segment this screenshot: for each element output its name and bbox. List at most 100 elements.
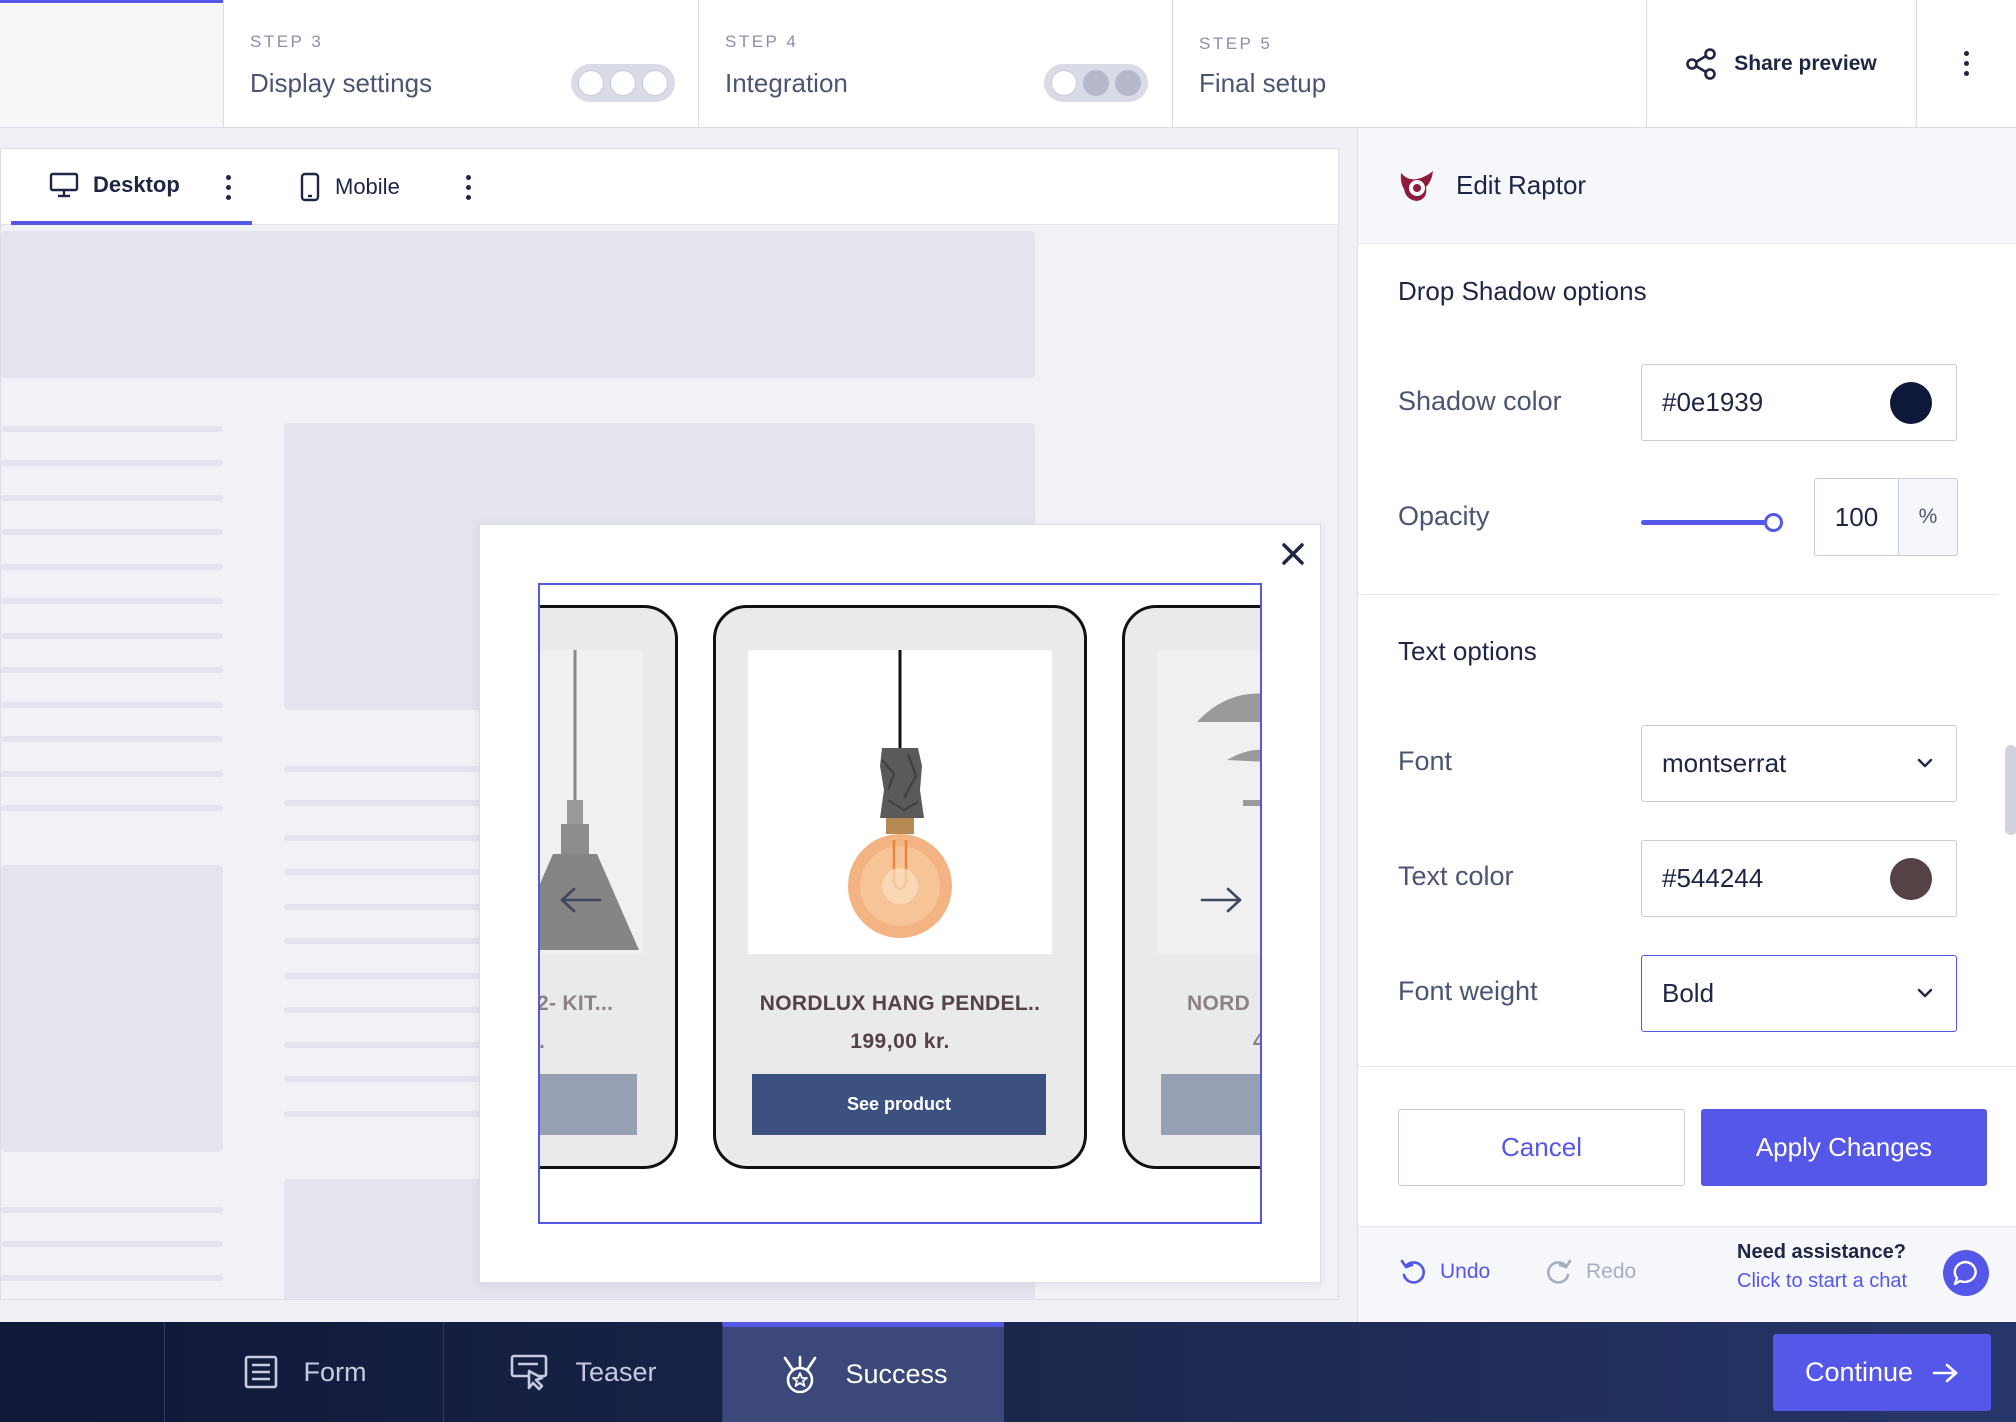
close-icon[interactable] (1276, 537, 1310, 571)
tab-success[interactable]: Success (722, 1322, 1004, 1422)
see-product-button[interactable]: See product (752, 1074, 1046, 1135)
step-4-progress-indicator (1044, 64, 1148, 102)
tab-success-label: Success (845, 1359, 948, 1389)
step-4-number: STEP 4 (725, 32, 799, 51)
share-preview-button[interactable]: Share preview (1646, 0, 1914, 128)
mobile-options-button[interactable] (466, 149, 471, 225)
continue-button[interactable]: Continue (1773, 1334, 1991, 1411)
shadow-color-label: Shadow color (1398, 386, 1562, 416)
font-weight-select-value: Bold (1662, 978, 1715, 1008)
step-5-number: STEP 5 (1199, 34, 1273, 53)
product-name: NORD (1187, 992, 1251, 1015)
font-weight-label: Font weight (1398, 976, 1538, 1006)
undo-icon (1400, 1259, 1425, 1284)
tab-form[interactable]: Form (164, 1322, 443, 1422)
undo-label: Undo (1440, 1260, 1491, 1283)
tab-desktop-label: Desktop (93, 172, 180, 197)
start-chat-link[interactable]: Click to start a chat (1737, 1270, 1907, 1293)
step-5-title: Final setup (1199, 68, 1327, 98)
step-3-number: STEP 3 (250, 32, 324, 51)
step-4-title: Integration (725, 68, 848, 98)
device-tabs: Desktop Mobile (1, 149, 1338, 225)
kebab-icon (226, 174, 231, 200)
desktop-options-button[interactable] (226, 149, 231, 225)
redo-icon (1547, 1259, 1572, 1284)
arrow-left-icon[interactable] (556, 885, 604, 915)
shadow-color-field[interactable]: #0e1939 (1641, 364, 1957, 441)
share-icon (1686, 47, 1717, 80)
font-select[interactable]: montserrat (1641, 725, 1957, 802)
raptor-logo-icon (1400, 170, 1433, 201)
redo-button[interactable]: Redo (1544, 1257, 1636, 1287)
opacity-value: 100 (1834, 501, 1879, 532)
text-color-field[interactable]: #544244 (1641, 840, 1957, 917)
shadow-color-swatch[interactable] (1890, 382, 1932, 424)
text-color-value: #544244 (1662, 863, 1764, 893)
apply-changes-button[interactable]: Apply Changes (1701, 1109, 1987, 1186)
font-weight-select[interactable]: Bold (1641, 955, 1957, 1032)
bottom-nav: Form Teaser Success Continue (0, 1322, 2016, 1422)
success-icon (784, 1355, 817, 1393)
tab-desktop[interactable]: Desktop (11, 149, 252, 225)
step-4[interactable]: STEP 4 Integration (698, 0, 1172, 128)
opacity-slider-track (1641, 520, 1783, 525)
panel-scrollbar[interactable] (2005, 745, 2016, 835)
product-name: 2- KIT... (538, 992, 614, 1015)
product-price: 4 (1125, 1030, 1260, 1054)
continue-label: Continue (1804, 1357, 1914, 1387)
chat-button[interactable] (1943, 1250, 1989, 1296)
panel-title: Edit Raptor (1456, 170, 1587, 200)
chevron-down-icon (1917, 758, 1933, 768)
kebab-icon (466, 174, 471, 200)
opacity-slider[interactable] (1641, 510, 1783, 536)
see-product-button[interactable] (1161, 1074, 1260, 1135)
undo-button[interactable]: Undo (1398, 1257, 1490, 1287)
desktop-icon (49, 172, 79, 198)
text-color-label: Text color (1398, 861, 1514, 891)
placeholder-block (1, 865, 223, 1152)
opacity-label: Opacity (1398, 501, 1490, 531)
step-5[interactable]: STEP 5 Final setup (1172, 0, 1646, 128)
chevron-down-icon (1917, 988, 1933, 998)
shadow-color-value: #0e1939 (1662, 387, 1764, 417)
step-3[interactable]: STEP 3 Display settings (223, 0, 698, 128)
form-icon (244, 1355, 277, 1389)
placeholder-block (1, 231, 1035, 378)
mobile-icon (300, 172, 320, 202)
tab-teaser-label: Teaser (575, 1356, 657, 1387)
steps-bar: STEP 3 Display settings STEP 4 Integrati… (0, 0, 2016, 128)
product-card: NORDLUX HANG PENDEL.. 199,00 kr. See pro… (713, 605, 1087, 1169)
step-3-progress-indicator (571, 64, 675, 102)
tab-form-label: Form (303, 1356, 367, 1387)
see-product-button[interactable] (540, 1074, 637, 1135)
share-preview-label: Share preview (1734, 51, 1877, 75)
step-3-title: Display settings (250, 68, 433, 98)
tab-teaser[interactable]: Teaser (443, 1322, 722, 1422)
arrow-right-icon[interactable] (1198, 885, 1246, 915)
opacity-unit: % (1898, 478, 1958, 556)
panel-header: Edit Raptor (1358, 128, 2016, 244)
drop-shadow-section-title: Drop Shadow options (1398, 276, 1647, 306)
success-popup: 2- KIT... . NORDLUX HANG PENDEL.. 199,00… (479, 524, 1321, 1283)
panel-actions: Cancel Apply Changes (1358, 1066, 2016, 1226)
steps-progress-bar (0, 0, 223, 3)
font-label: Font (1398, 746, 1453, 776)
product-price: . (539, 1030, 546, 1053)
chat-icon (1953, 1260, 1977, 1286)
tab-mobile[interactable]: Mobile (299, 149, 400, 225)
history-bar: Undo Redo Need assistance? Click to star… (1358, 1226, 2016, 1322)
help-question: Need assistance? (1737, 1241, 1906, 1263)
teaser-icon (511, 1354, 548, 1391)
help-block: Need assistance? Click to start a chat (1737, 1241, 1907, 1293)
opacity-input[interactable]: 100 (1814, 478, 1898, 556)
text-color-swatch[interactable] (1890, 858, 1932, 900)
edit-panel: Edit Raptor Drop Shadow options Shadow c… (1357, 128, 2016, 1322)
arrow-right-icon (1932, 1363, 1958, 1382)
more-options-button[interactable] (1916, 0, 2016, 128)
opacity-slider-handle[interactable] (1764, 513, 1783, 532)
product-name: NORDLUX HANG PENDEL.. (759, 992, 1041, 1015)
text-options-section-title: Text options (1398, 636, 1537, 666)
cancel-button[interactable]: Cancel (1398, 1109, 1685, 1186)
redo-label: Redo (1586, 1260, 1637, 1283)
product-carousel: 2- KIT... . NORDLUX HANG PENDEL.. 199,00… (538, 583, 1262, 1224)
